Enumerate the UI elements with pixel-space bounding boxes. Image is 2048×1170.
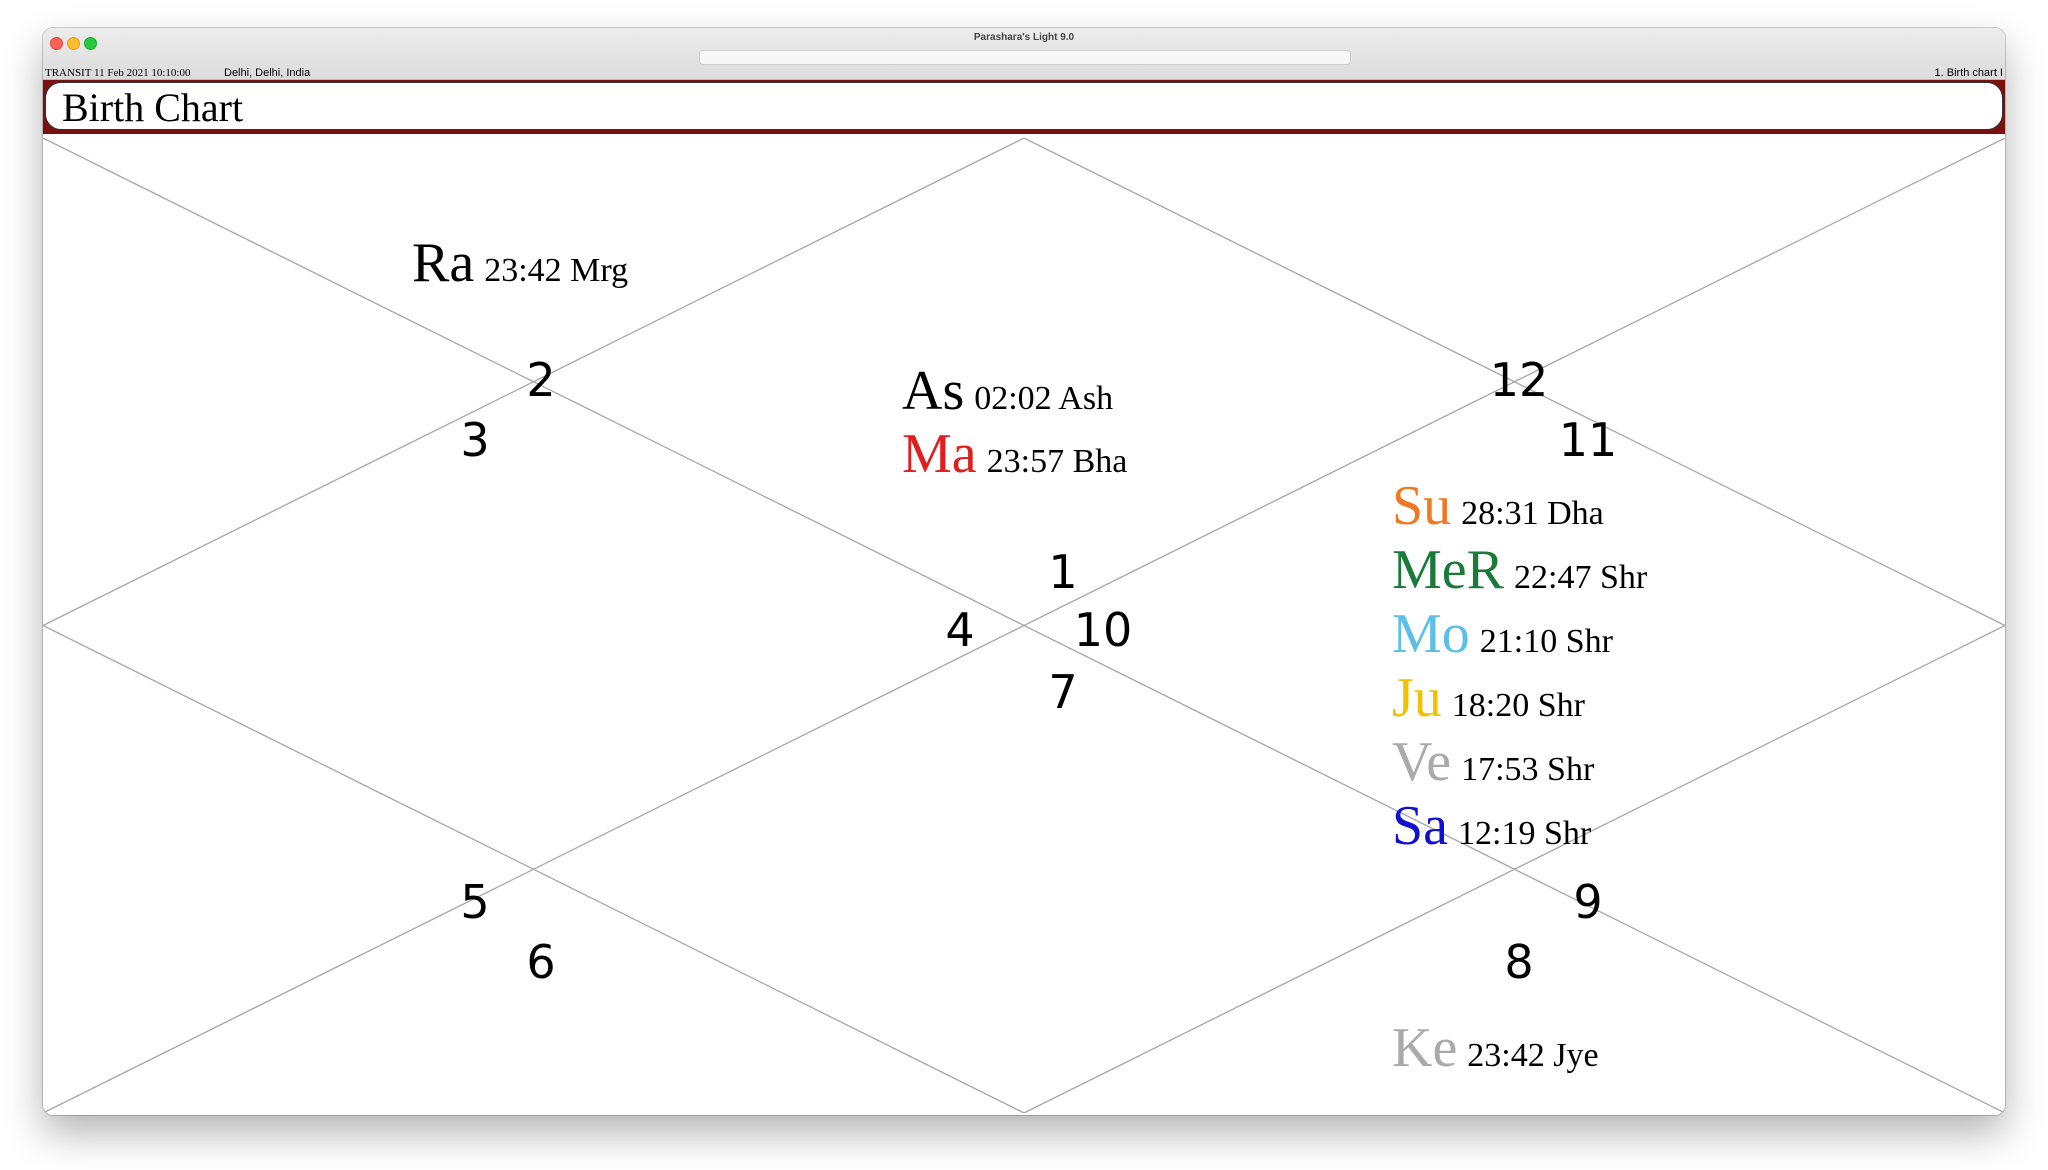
planet-mars: Ma 23:57 Bha bbox=[902, 423, 1127, 485]
transit-location: Delhi, Delhi, India bbox=[224, 67, 311, 79]
app-window: Parashara's Light 9.0 TRANSIT 11 Feb 202… bbox=[43, 28, 2005, 1115]
house-number-8: 8 bbox=[1504, 935, 1533, 989]
house-number-5: 5 bbox=[460, 875, 489, 929]
planet-jupiter-abbr: Ju bbox=[1392, 667, 1442, 729]
chart-grid bbox=[43, 138, 2005, 1113]
planet-venus-abbr: Ve bbox=[1392, 731, 1451, 793]
house-number-11: 11 bbox=[1559, 413, 1618, 467]
window-title: Parashara's Light 9.0 bbox=[973, 32, 1075, 43]
planet-venus-degree: 17:53 Shr bbox=[1461, 751, 1595, 788]
chart-header: Birth Chart bbox=[43, 80, 2005, 134]
house-number-4: 4 bbox=[945, 603, 974, 657]
planet-rahu-degree: 23:42 Mrg bbox=[484, 252, 628, 289]
house-number-9: 9 bbox=[1573, 875, 1602, 929]
planet-saturn-degree: 12:19 Shr bbox=[1458, 815, 1592, 852]
planet-saturn: Sa 12:19 Shr bbox=[1392, 795, 1592, 857]
planet-moon-degree: 21:10 Shr bbox=[1480, 623, 1614, 660]
planet-ascendant-abbr: As bbox=[902, 360, 964, 422]
planet-moon-abbr: Mo bbox=[1392, 603, 1470, 665]
planet-jupiter: Ju 18:20 Shr bbox=[1392, 667, 1586, 729]
planet-sun-abbr: Su bbox=[1392, 475, 1451, 537]
planet-sun: Su 28:31 Dha bbox=[1392, 475, 1604, 537]
chart-title: Birth Chart bbox=[62, 85, 244, 130]
north-indian-chart[interactable]: 1 2 3 4 5 6 7 8 9 10 11 12 Ra 23:42 Mrg A… bbox=[43, 138, 2005, 1113]
planet-ascendant-degree: 02:02 Ash bbox=[974, 380, 1113, 417]
chart-tab-label[interactable]: 1. Birth chart I bbox=[1935, 67, 2003, 79]
screen: Parashara's Light 9.0 TRANSIT 11 Feb 202… bbox=[0, 0, 2048, 1170]
house-number-10: 10 bbox=[1074, 603, 1133, 657]
planet-mars-abbr: Ma bbox=[902, 423, 977, 485]
transit-datetime: TRANSIT 11 Feb 2021 10:10:00 bbox=[45, 67, 191, 79]
chart-header-panel: Birth Chart bbox=[45, 82, 2003, 130]
planet-mercury-abbr: MeR bbox=[1392, 539, 1505, 601]
planet-ketu: Ke 23:42 Jye bbox=[1392, 1017, 1599, 1079]
planet-rahu: Ra 23:42 Mrg bbox=[412, 232, 628, 294]
toolbar-field[interactable] bbox=[699, 50, 1351, 65]
planet-jupiter-degree: 18:20 Shr bbox=[1452, 687, 1586, 724]
planet-mercury-degree: 22:47 Shr bbox=[1514, 559, 1648, 596]
planet-ascendant: As 02:02 Ash bbox=[902, 360, 1113, 422]
house-number-3: 3 bbox=[460, 413, 489, 467]
planet-ketu-degree: 23:42 Jye bbox=[1467, 1037, 1598, 1074]
planet-mars-degree: 23:57 Bha bbox=[987, 443, 1128, 480]
title-bar[interactable]: Parashara's Light 9.0 TRANSIT 11 Feb 202… bbox=[43, 28, 2005, 80]
house-number-7: 7 bbox=[1048, 665, 1077, 719]
planet-placements: Ra 23:42 Mrg As 02:02 Ash Ma 23:57 Bha Su 28… bbox=[412, 232, 1648, 1079]
info-bar: TRANSIT 11 Feb 2021 10:10:00 Delhi, Delh… bbox=[43, 66, 2005, 80]
planet-ketu-abbr: Ke bbox=[1392, 1017, 1457, 1079]
planet-sun-degree: 28:31 Dha bbox=[1461, 495, 1604, 532]
house-number-12: 12 bbox=[1490, 353, 1549, 407]
house-number-6: 6 bbox=[526, 935, 555, 989]
planet-mercury: MeR 22:47 Shr bbox=[1392, 539, 1648, 601]
planet-rahu-abbr: Ra bbox=[412, 232, 474, 294]
planet-saturn-abbr: Sa bbox=[1392, 795, 1448, 857]
house-number-1: 1 bbox=[1048, 545, 1077, 599]
house-number-2: 2 bbox=[526, 353, 555, 407]
planet-moon: Mo 21:10 Shr bbox=[1392, 603, 1614, 665]
planet-venus: Ve 17:53 Shr bbox=[1392, 731, 1595, 793]
